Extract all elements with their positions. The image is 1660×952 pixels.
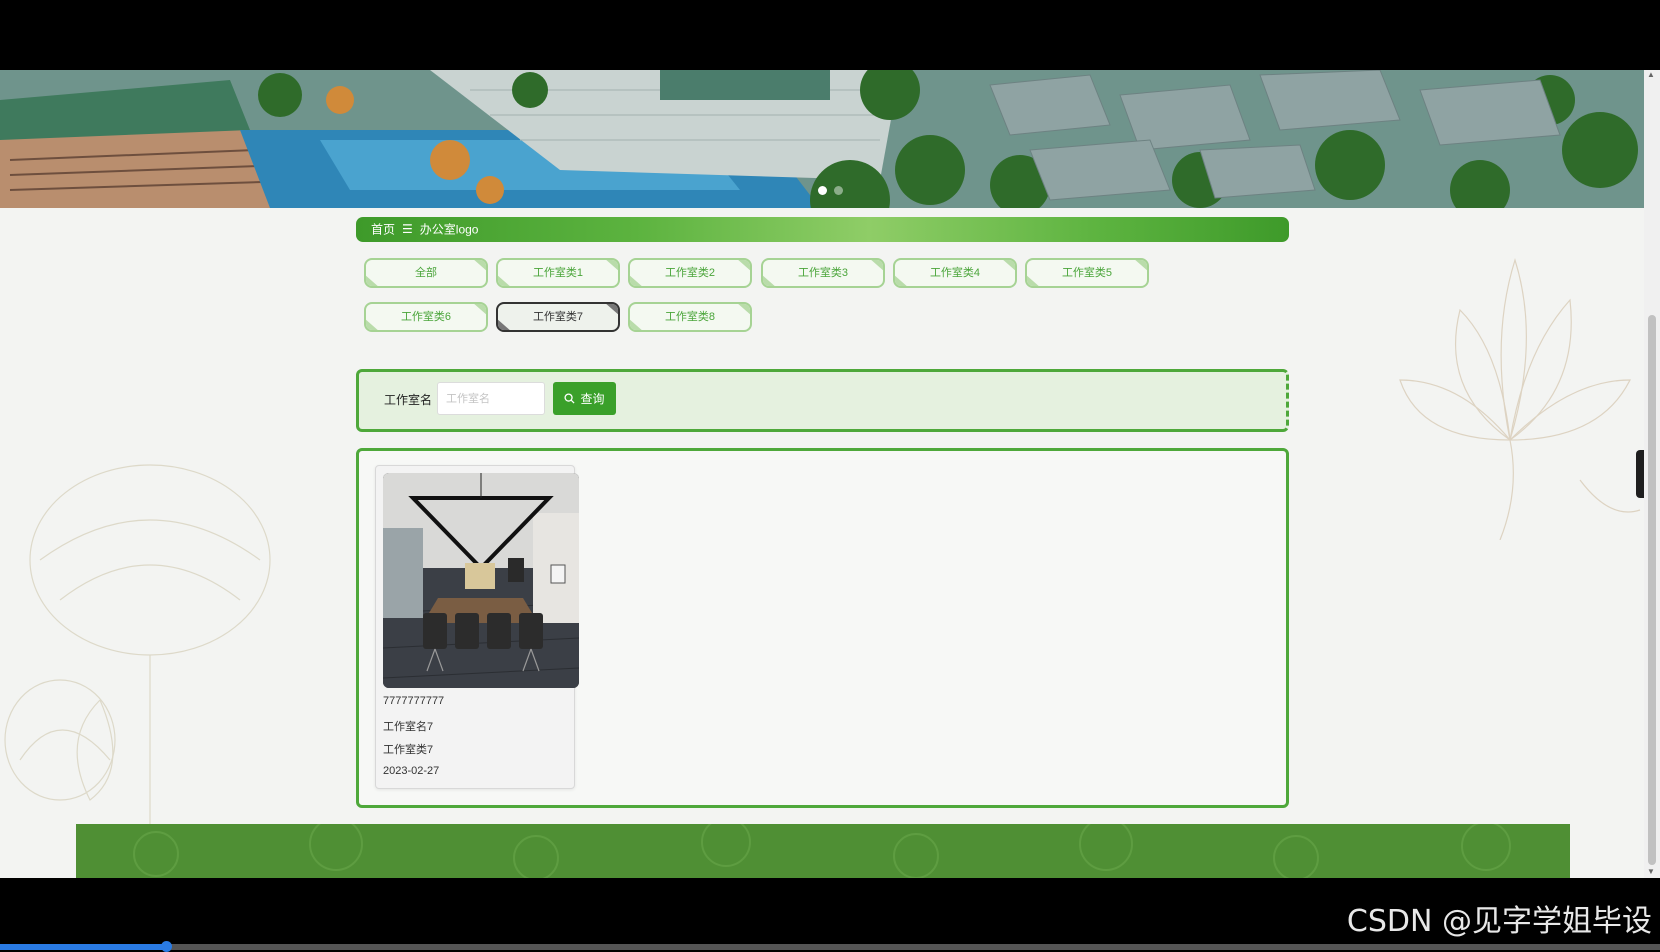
footer-pattern: [133, 824, 1511, 878]
category-tag-4[interactable]: 工作室类4: [893, 258, 1017, 288]
category-tag-8[interactable]: 工作室类8: [628, 302, 752, 332]
studio-card[interactable]: 7777777777 工作室名7 工作室类7 2023-02-27: [375, 465, 579, 789]
card-studio-category: 工作室类7: [383, 744, 434, 756]
category-tag-3[interactable]: 工作室类3: [761, 258, 885, 288]
page-viewport: 首页 ☰ 办公室logo 全部 工作室类1 工作室类2 工作室类3 工作室类4 工作…: [0, 70, 1644, 878]
carousel-dot-1[interactable]: [818, 186, 827, 195]
video-progress-handle[interactable]: [161, 941, 172, 952]
category-tag-2[interactable]: 工作室类2: [628, 258, 752, 288]
card-date: 2023-02-27: [383, 765, 440, 777]
scroll-thumb[interactable]: [1648, 315, 1656, 865]
category-tag-label: 全部: [415, 267, 437, 279]
breadcrumb-menu-icon: ☰: [402, 222, 413, 237]
category-tag-label: 工作室类2: [664, 267, 716, 279]
video-progress-fill: [0, 944, 166, 950]
card-code: 7777777777: [383, 695, 445, 707]
carousel-dot-2[interactable]: [834, 186, 843, 195]
category-tag-label: 工作室类1: [532, 267, 584, 279]
lotus-decoration-left: [4, 464, 271, 878]
card-image[interactable]: [383, 473, 579, 688]
lotus-decoration-right: [1399, 257, 1641, 540]
page-scrollbar[interactable]: ▲ ▼: [1644, 70, 1660, 878]
search-icon: [564, 393, 576, 404]
card-studio-name: 工作室名7: [383, 721, 434, 733]
video-progress-bar[interactable]: [0, 941, 1660, 952]
category-tag-label: 工作室类4: [929, 267, 981, 279]
results-panel: 7777777777 工作室名7 工作室类7 2023-02-27: [356, 448, 1289, 808]
video-watermark: CSDN @见字学姐毕设: [1346, 904, 1652, 939]
category-tag-7[interactable]: 工作室类7: [496, 302, 620, 332]
category-tag-all[interactable]: 全部: [364, 258, 488, 288]
search-button[interactable]: 查询: [553, 382, 616, 415]
category-tag-label: 工作室类3: [797, 267, 849, 279]
meeting-room-photo: [383, 473, 579, 688]
category-tag-label: 工作室类6: [400, 311, 452, 323]
breadcrumb-current: 办公室logo: [419, 222, 479, 237]
category-tag-6[interactable]: 工作室类6: [364, 302, 488, 332]
category-tag-label: 工作室类5: [1061, 267, 1113, 279]
category-tag-label: 工作室类8: [664, 311, 716, 323]
search-panel: 工作室名 查询: [356, 369, 1289, 432]
search-label: 工作室名: [384, 393, 433, 407]
search-button-label: 查询: [580, 392, 605, 406]
category-tag-1[interactable]: 工作室类1: [496, 258, 620, 288]
hero-banner: [0, 70, 1644, 208]
breadcrumb-home-link[interactable]: 首页: [371, 222, 395, 236]
scroll-down-arrow-icon[interactable]: ▼: [1647, 867, 1655, 876]
search-input[interactable]: [437, 382, 545, 415]
footer-band: [76, 824, 1570, 878]
breadcrumb: 首页 ☰ 办公室logo: [356, 217, 1289, 242]
category-tag-5[interactable]: 工作室类5: [1025, 258, 1149, 288]
scroll-up-arrow-icon[interactable]: ▲: [1647, 70, 1655, 79]
category-tag-label: 工作室类7: [532, 311, 584, 323]
